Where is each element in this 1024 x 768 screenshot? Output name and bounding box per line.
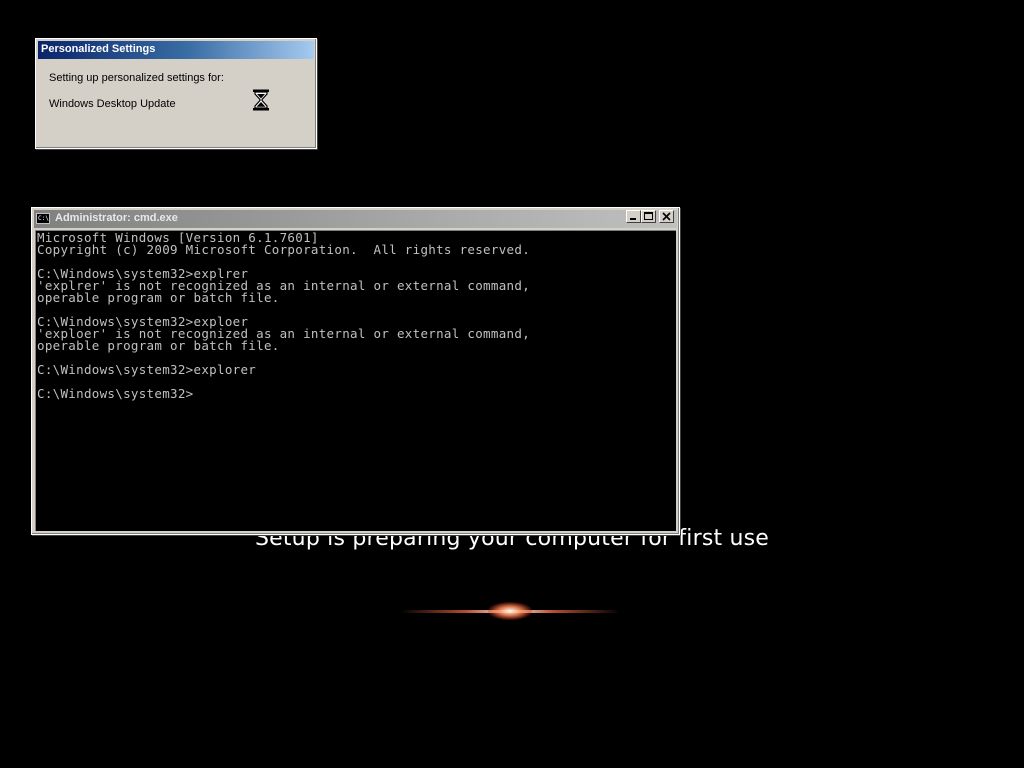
maximize-button[interactable] [641, 210, 656, 223]
console-line: Copyright (c) 2009 Microsoft Corporation… [37, 242, 531, 257]
console-text: Microsoft Windows [Version 6.1.7601] Cop… [36, 231, 676, 400]
close-icon [662, 212, 671, 221]
console-output-area[interactable]: Microsoft Windows [Version 6.1.7601] Cop… [35, 230, 676, 531]
maximize-icon [644, 212, 653, 220]
minimize-icon [630, 218, 636, 220]
cmd-window-title: Administrator: cmd.exe [55, 212, 178, 224]
personalized-settings-dialog: Personalized Settings Setting up persona… [35, 38, 317, 149]
dialog-title: Personalized Settings [41, 43, 156, 55]
console-line: C:\Windows\system32> [37, 386, 194, 401]
console-line: operable program or batch file. [37, 338, 280, 353]
dialog-titlebar[interactable]: Personalized Settings [38, 41, 314, 59]
console-line: operable program or batch file. [37, 290, 280, 305]
console-line: C:\Windows\system32>explorer [37, 362, 257, 377]
hourglass-icon [253, 89, 269, 111]
cmd-icon[interactable]: C:\ [36, 213, 50, 224]
cmd-titlebar[interactable]: C:\ Administrator: cmd.exe [34, 210, 677, 228]
cmd-window[interactable]: C:\ Administrator: cmd.exe Microsoft Win… [31, 207, 680, 535]
desktop-background: Setup is preparing your computer for fir… [0, 0, 1024, 768]
minimize-button[interactable] [626, 210, 641, 223]
dialog-message: Setting up personalized settings for: [49, 72, 224, 84]
dialog-component-name: Windows Desktop Update [49, 98, 176, 110]
setup-glow-graphic [400, 596, 620, 626]
close-button[interactable] [659, 210, 674, 223]
glow-flare [488, 602, 532, 620]
